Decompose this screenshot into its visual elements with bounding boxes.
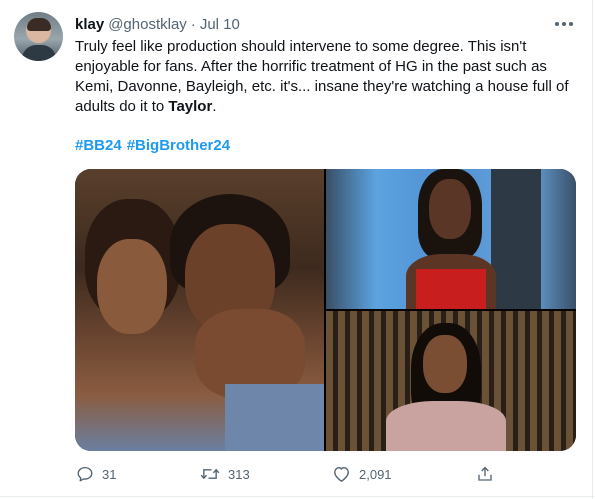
avatar-hair — [27, 18, 51, 31]
more-options-icon[interactable] — [552, 14, 576, 34]
photo-red-top-shirt — [416, 269, 486, 309]
photo-face — [423, 335, 467, 393]
heart-icon — [334, 466, 349, 482]
header-separator: · — [190, 16, 196, 33]
avatar[interactable] — [14, 12, 63, 61]
like-button[interactable]: 2,091 — [332, 460, 392, 488]
author-name[interactable]: klay — [75, 16, 104, 33]
share-icon — [478, 466, 492, 481]
photo-pink-hoodie[interactable] — [326, 311, 576, 451]
tweet-header: klay @ghostklay · Jul 10 — [75, 16, 240, 36]
frame-border-bottom — [0, 496, 595, 497]
photo-hug[interactable] — [75, 169, 324, 451]
tweet-text-end: . — [212, 98, 217, 115]
action-bar: 31 313 2,091 — [0, 460, 595, 488]
tweet-card: klay @ghostklay · Jul 10 Truly feel like… — [0, 0, 595, 499]
photo-face — [429, 179, 471, 239]
tweet-text-body: Truly feel like production should interv… — [75, 38, 569, 115]
reply-count: 31 — [102, 466, 117, 482]
avatar-shirt — [22, 45, 56, 61]
author-handle[interactable]: @ghostklay — [108, 16, 187, 33]
reply-icon — [77, 466, 93, 482]
retweet-button[interactable]: 313 — [200, 460, 250, 488]
hashtag-bb24[interactable]: #BB24 — [75, 136, 122, 156]
tweet-date[interactable]: Jul 10 — [200, 16, 240, 33]
photo-red-top[interactable] — [326, 169, 576, 309]
more-dot — [555, 22, 559, 26]
reply-button[interactable]: 31 — [76, 460, 116, 488]
tweet-text: Truly feel like production should interv… — [75, 37, 575, 117]
more-dot — [562, 22, 566, 26]
photo-shirt — [225, 384, 324, 451]
share-button[interactable] — [476, 460, 494, 488]
tweet-text-bold-name: Taylor — [168, 98, 213, 115]
photo-wall-panel — [491, 169, 541, 309]
like-count: 2,091 — [359, 466, 392, 482]
hashtag-row: #BB24 #BigBrother24 — [75, 136, 230, 156]
media-grid — [75, 169, 576, 451]
hashtag-bigbrother24[interactable]: #BigBrother24 — [127, 136, 230, 156]
retweet-count: 313 — [228, 466, 250, 482]
more-dot — [569, 22, 573, 26]
photo-hoodie — [386, 401, 506, 451]
frame-border-right — [592, 0, 593, 499]
photo-face-left — [97, 239, 167, 334]
retweet-icon — [200, 468, 220, 480]
